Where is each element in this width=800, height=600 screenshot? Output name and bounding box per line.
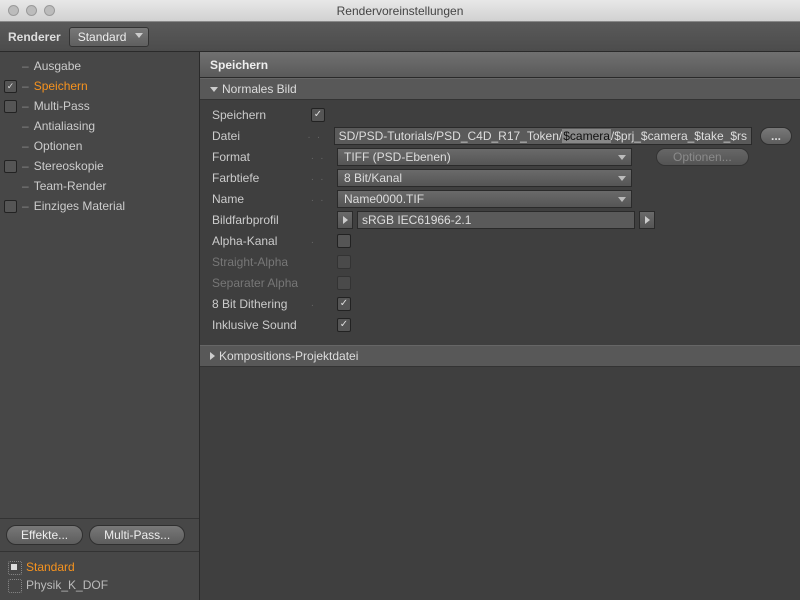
row-separater-alpha: Separater Alpha [212, 272, 792, 293]
preset-active-icon [8, 561, 20, 573]
checkbox-icon[interactable] [4, 80, 17, 93]
renderer-toolbar: Renderer Standard [0, 22, 800, 52]
row-name: Name. . . . Name0000.TIF [212, 188, 792, 209]
section-label: Kompositions-Projektdatei [219, 349, 358, 363]
sidebar-item-multipass[interactable]: –Multi-Pass [0, 96, 199, 116]
sidebar-buttons: Effekte... Multi-Pass... [0, 518, 199, 552]
file-path-input[interactable]: SD/PSD-Tutorials/PSD_C4D_R17_Token/$came… [334, 127, 752, 145]
depth-dropdown[interactable]: 8 Bit/Kanal [337, 169, 632, 187]
section-kompositions-projektdatei[interactable]: Kompositions-Projektdatei [200, 345, 800, 367]
sidebar-item-teamrender[interactable]: –Team-Render [0, 176, 199, 196]
checkbox-icon[interactable] [4, 160, 17, 173]
renderer-dropdown[interactable]: Standard [69, 27, 149, 47]
sidebar-item-speichern[interactable]: –Speichern [0, 76, 199, 96]
row-straight-alpha: Straight-Alpha [212, 251, 792, 272]
main-panel: Speichern Normales Bild Speichern Datei.… [200, 52, 800, 600]
format-dropdown[interactable]: TIFF (PSD-Ebenen) [337, 148, 632, 166]
chevron-down-icon [618, 176, 626, 181]
browse-button[interactable]: ... [760, 127, 792, 145]
row-sound: Inklusive Sound [212, 314, 792, 335]
effects-button[interactable]: Effekte... [6, 525, 83, 545]
panel-title: Speichern [200, 52, 800, 78]
sidebar: –Ausgabe –Speichern –Multi-Pass –Antiali… [0, 52, 200, 600]
sidebar-nav: –Ausgabe –Speichern –Multi-Pass –Antiali… [0, 52, 199, 518]
separater-alpha-checkbox [337, 276, 351, 290]
row-datei: Datei. . SD/PSD-Tutorials/PSD_C4D_R17_To… [212, 125, 792, 146]
straight-alpha-checkbox [337, 255, 351, 269]
save-checkbox[interactable] [311, 108, 325, 122]
checkbox-icon[interactable] [4, 200, 17, 213]
profile-pick-button[interactable] [337, 211, 353, 229]
multipass-button[interactable]: Multi-Pass... [89, 525, 185, 545]
render-settings-window: Rendervoreinstellungen Renderer Standard… [0, 0, 800, 600]
profile-next-button[interactable] [639, 211, 655, 229]
format-options-button[interactable]: Optionen... [656, 148, 749, 166]
chevron-down-icon [135, 33, 143, 38]
checkbox-icon[interactable] [4, 100, 17, 113]
triangle-down-icon [210, 87, 218, 92]
row-farbtiefe: Farbtiefe. . . 8 Bit/Kanal [212, 167, 792, 188]
form-normales-bild: Speichern Datei. . SD/PSD-Tutorials/PSD_… [200, 100, 800, 345]
chevron-down-icon [618, 197, 626, 202]
dithering-checkbox[interactable] [337, 297, 351, 311]
renderer-label: Renderer [8, 30, 61, 44]
row-dithering: 8 Bit Dithering. [212, 293, 792, 314]
section-normales-bild[interactable]: Normales Bild [200, 78, 800, 100]
arrow-right-icon [343, 216, 348, 224]
row-speichern: Speichern [212, 104, 792, 125]
profile-input[interactable]: sRGB IEC61966-2.1 [357, 211, 635, 229]
row-format: Format. . . . TIFF (PSD-Ebenen) Optionen… [212, 146, 792, 167]
preset-standard[interactable]: Standard [4, 558, 195, 576]
chevron-down-icon [618, 155, 626, 160]
titlebar: Rendervoreinstellungen [0, 0, 800, 22]
renderer-value: Standard [78, 30, 127, 44]
preset-list: Standard Physik_K_DOF [0, 552, 199, 600]
name-dropdown[interactable]: Name0000.TIF [337, 190, 632, 208]
content-area: –Ausgabe –Speichern –Multi-Pass –Antiali… [0, 52, 800, 600]
row-bildfarbprofil: Bildfarbprofil sRGB IEC61966-2.1 [212, 209, 792, 230]
preset-physik[interactable]: Physik_K_DOF [4, 576, 195, 594]
row-alpha: Alpha-Kanal. [212, 230, 792, 251]
preset-icon [8, 579, 20, 591]
section-label: Normales Bild [222, 82, 297, 96]
sound-checkbox[interactable] [337, 318, 351, 332]
window-title: Rendervoreinstellungen [0, 4, 800, 18]
sidebar-item-ausgabe[interactable]: –Ausgabe [0, 56, 199, 76]
sidebar-item-optionen[interactable]: –Optionen [0, 136, 199, 156]
alpha-checkbox[interactable] [337, 234, 351, 248]
sidebar-item-antialiasing[interactable]: –Antialiasing [0, 116, 199, 136]
sidebar-item-einziges-material[interactable]: –Einziges Material [0, 196, 199, 216]
arrow-right-icon [645, 216, 650, 224]
triangle-right-icon [210, 352, 215, 360]
sidebar-item-stereoskopie[interactable]: –Stereoskopie [0, 156, 199, 176]
